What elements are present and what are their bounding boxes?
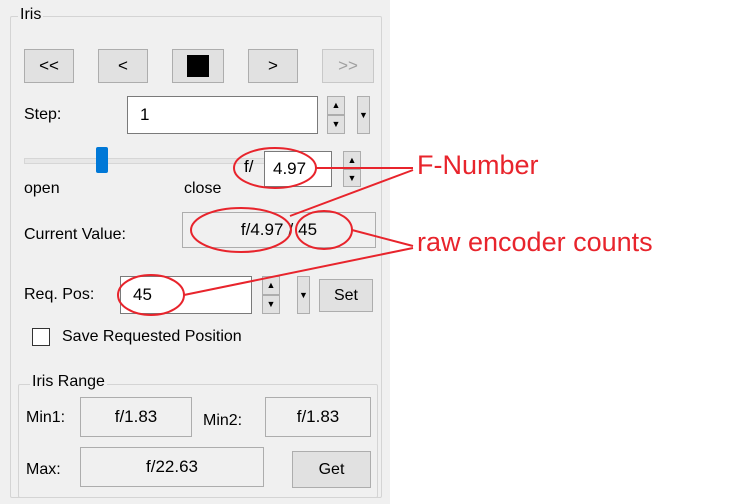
req-pos-input[interactable]: 45 bbox=[120, 276, 252, 314]
counts-annotation: raw encoder counts bbox=[417, 227, 653, 257]
max-label: Max: bbox=[26, 461, 61, 478]
iris-slider-track[interactable] bbox=[24, 158, 266, 164]
slider-close-label: close bbox=[184, 180, 222, 197]
iris-panel: Iris << < > >> Step: 1 ▲ ▼ ▼ open close … bbox=[0, 0, 390, 504]
fnumber-prefix: f/ bbox=[244, 157, 254, 176]
get-button[interactable]: Get bbox=[292, 451, 371, 488]
chevron-down-icon[interactable]: ▼ bbox=[262, 295, 280, 314]
current-separator: / bbox=[288, 220, 294, 239]
slider-open-label: open bbox=[24, 180, 60, 197]
max-value: f/22.63 bbox=[80, 447, 264, 487]
req-pos-spinner[interactable]: ▲ ▼ bbox=[262, 276, 280, 314]
save-position-checkbox[interactable] bbox=[32, 328, 50, 346]
step-open-button[interactable]: < bbox=[98, 49, 148, 83]
iris-group-title: Iris bbox=[18, 6, 44, 24]
step-dropdown-button[interactable]: ▼ bbox=[357, 96, 370, 134]
chevron-up-icon[interactable]: ▲ bbox=[327, 96, 345, 115]
min1-label: Min1: bbox=[26, 409, 66, 426]
chevron-down-icon[interactable]: ▼ bbox=[327, 115, 345, 134]
set-button[interactable]: Set bbox=[319, 279, 373, 312]
chevron-up-icon[interactable]: ▲ bbox=[262, 276, 280, 295]
chevron-down-icon[interactable]: ▼ bbox=[343, 169, 361, 187]
req-pos-dropdown-button[interactable]: ▼ bbox=[297, 276, 310, 314]
save-position-label: Save Requested Position bbox=[62, 328, 242, 345]
min2-label: Min2: bbox=[203, 412, 243, 429]
fnumber-spinner[interactable]: ▲ ▼ bbox=[343, 151, 361, 187]
min1-value: f/1.83 bbox=[80, 397, 192, 437]
step-input[interactable]: 1 bbox=[127, 96, 318, 134]
stop-button[interactable] bbox=[172, 49, 224, 83]
fnumber-input[interactable]: 4.97 bbox=[264, 151, 332, 187]
min2-value: f/1.83 bbox=[265, 397, 371, 437]
fnumber-annotation: F-Number bbox=[417, 150, 539, 180]
iris-range-title: Iris Range bbox=[30, 373, 107, 391]
chevron-up-icon[interactable]: ▲ bbox=[343, 151, 361, 169]
current-fnumber: f/4.97 bbox=[240, 220, 284, 239]
fast-open-button[interactable]: << bbox=[24, 49, 74, 83]
current-value-label: Current Value: bbox=[24, 226, 126, 243]
step-close-button[interactable]: > bbox=[248, 49, 298, 83]
fast-close-button[interactable]: >> bbox=[322, 49, 374, 83]
req-pos-label: Req. Pos: bbox=[24, 286, 95, 303]
current-counts: 45 bbox=[298, 220, 318, 239]
step-label: Step: bbox=[24, 106, 62, 123]
current-value-display: f/4.97 / 45 bbox=[182, 212, 376, 248]
iris-slider-thumb[interactable] bbox=[96, 147, 108, 173]
step-spinner[interactable]: ▲ ▼ bbox=[327, 96, 345, 134]
stop-icon bbox=[187, 55, 209, 77]
